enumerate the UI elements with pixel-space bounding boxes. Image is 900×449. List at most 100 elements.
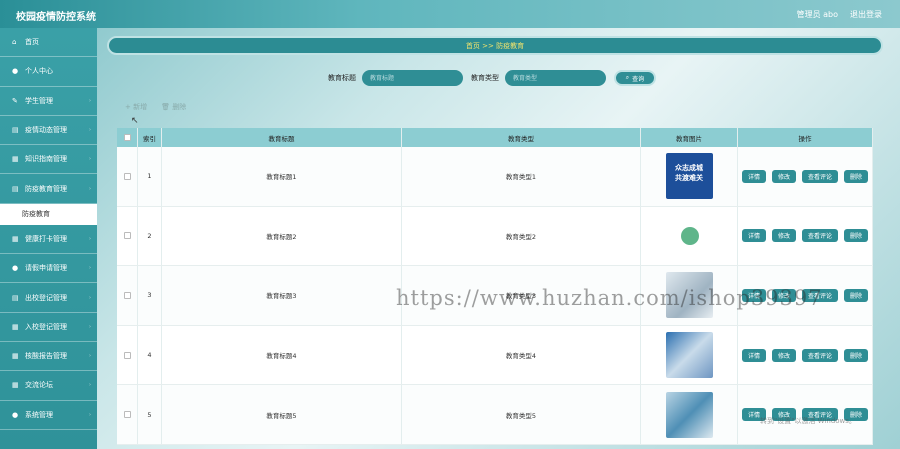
row-checkbox[interactable] (123, 291, 131, 299)
watermark: https://www.huzhan.com/ishop39397 (396, 286, 823, 310)
cell-type: 教育类型4 (402, 325, 641, 385)
menu-icon: ▤ (12, 293, 19, 302)
sidebar-item-label: 系统管理 (25, 410, 53, 419)
view-comments-button[interactable]: 查看评论 (802, 229, 839, 243)
sidebar: ⌂ 首页 ● 个人中心 ✎ 学生管理 › ▤ 疫情动态管理 › ▦ 知识指南管理 › ▤ 防疫教育管理 › 防疫… (0, 28, 97, 449)
add-label: 新增 (133, 103, 148, 111)
cell-index: 5 (138, 385, 162, 444)
table-header: 索引 教育标题 教育类型 教育图片 操作 (117, 128, 873, 147)
cell-type: 教育类型1 (402, 147, 641, 206)
education-image (665, 212, 713, 259)
delete-row-button[interactable]: 删除 (844, 169, 869, 183)
delete-row-button[interactable]: 删除 (844, 229, 869, 243)
menu-icon: ▦ (12, 352, 19, 361)
sidebar-item-9[interactable]: ▦ 入校登记管理 › (0, 313, 97, 342)
delete-row-button[interactable]: 删除 (844, 348, 869, 362)
windows-activation-text: 转到"设置"以激活 Windows。 (760, 417, 856, 425)
delete-row-button[interactable]: 删除 (844, 288, 869, 302)
sidebar-item-4[interactable]: ▦ 知识指南管理 › (0, 145, 97, 175)
cell-type: 教育类型5 (402, 385, 641, 444)
view-comments-button[interactable]: 查看评论 (802, 348, 839, 362)
sidebar-item-7[interactable]: ● 请假申请管理 › (0, 254, 97, 284)
menu-icon: ▤ (12, 184, 19, 193)
search-bar: 教育标题 教育类型 ⌕ 查询 (328, 70, 656, 86)
sidebar-item-label: 防疫教育管理 (25, 184, 67, 193)
menu-icon: ▦ (12, 155, 19, 164)
sidebar-item-label: 健康打卡管理 (25, 234, 67, 243)
sidebar-item-label: 知识指南管理 (25, 155, 67, 164)
view-comments-button[interactable]: 查看评论 (802, 169, 839, 183)
menu-icon: ● (12, 264, 19, 273)
cell-index: 3 (138, 266, 162, 325)
detail-button[interactable]: 详情 (741, 229, 766, 243)
edit-button[interactable]: 修改 (771, 169, 796, 183)
sidebar-item-11[interactable]: ▦ 交流论坛 › (0, 371, 97, 401)
sidebar-item-5[interactable]: ▤ 防疫教育管理 › (0, 174, 97, 204)
cell-title: 教育标题3 (162, 266, 402, 325)
menu-icon: ▦ (12, 322, 19, 331)
menu-icon: ⌂ (12, 38, 17, 47)
sidebar-item-12[interactable]: ● 系统管理 › (0, 401, 97, 430)
add-button[interactable]: + 新增 (125, 102, 147, 112)
app-title: 校园疫情防控系统 (16, 12, 96, 23)
chevron-icon: › (89, 265, 91, 272)
cell-title: 教育标题5 (162, 385, 402, 444)
title-search-label: 教育标题 (328, 74, 356, 82)
education-image (665, 391, 713, 438)
table-row: 1 教育标题1 教育类型1 众志成城 共渡难关 详情 修改 查看评论 删除 (117, 147, 873, 207)
search-icon: ⌕ (625, 74, 630, 81)
row-checkbox[interactable] (123, 351, 131, 359)
chevron-icon: › (89, 235, 91, 242)
header-image: 教育图片 (641, 128, 738, 147)
sidebar-item-2[interactable]: ✎ 学生管理 › (0, 87, 97, 116)
header-operations: 操作 (738, 128, 873, 147)
table-row: 2 教育标题2 教育类型2 详情 修改 查看评论 删除 (117, 206, 873, 267)
education-image (665, 332, 713, 379)
admin-label: 管理员 abo (796, 10, 838, 19)
sidebar-item-label: 交流论坛 (25, 381, 53, 390)
row-checkbox[interactable] (123, 411, 131, 419)
search-button-label: 查询 (632, 75, 645, 83)
sidebar-item-1[interactable]: ● 个人中心 (0, 57, 97, 87)
menu-icon: ▦ (12, 234, 19, 243)
chevron-icon: › (89, 294, 91, 301)
select-all-checkbox[interactable] (123, 134, 131, 141)
chevron-icon: › (89, 97, 91, 104)
sidebar-item-3[interactable]: ▤ 疫情动态管理 › (0, 116, 97, 146)
menu-icon: ✎ (12, 96, 18, 105)
delete-button[interactable]: 🗑 删除 (161, 102, 186, 112)
menu-icon: ● (12, 67, 19, 76)
cell-title: 教育标题4 (162, 325, 402, 385)
header-type: 教育类型 (402, 128, 641, 147)
chevron-icon: › (89, 156, 91, 163)
type-search-input[interactable] (505, 70, 606, 86)
sidebar-item-label: 请假申请管理 (25, 264, 67, 273)
cell-index: 1 (138, 147, 162, 206)
sidebar-item-8[interactable]: ▤ 出校登记管理 › (0, 283, 97, 313)
detail-button[interactable]: 详情 (741, 169, 766, 183)
edit-button[interactable]: 修改 (771, 229, 796, 243)
edit-button[interactable]: 修改 (771, 348, 796, 362)
cell-title: 教育标题1 (162, 147, 402, 206)
sidebar-item-label: 首页 (25, 38, 39, 47)
trash-icon: 🗑 (161, 103, 173, 111)
cell-index: 2 (138, 206, 162, 266)
title-search-input[interactable] (362, 70, 463, 86)
detail-button[interactable]: 详情 (741, 348, 766, 362)
row-checkbox[interactable] (123, 232, 131, 240)
sidebar-item-0[interactable]: ⌂ 首页 (0, 28, 97, 58)
sidebar-item-6[interactable]: ▦ 健康打卡管理 › (0, 225, 97, 255)
menu-icon: ▤ (12, 126, 19, 135)
logout-link[interactable]: 退出登录 (850, 9, 882, 20)
sidebar-item-label: 核酸报告管理 (25, 352, 67, 361)
education-image: 众志成城 共渡难关 (665, 153, 713, 200)
sidebar-item-label: 学生管理 (25, 96, 53, 105)
cell-title: 教育标题2 (162, 206, 402, 266)
sidebar-item-10[interactable]: ▦ 核酸报告管理 › (0, 342, 97, 372)
menu-icon: ● (12, 410, 19, 419)
delete-label: 删除 (172, 103, 187, 111)
chevron-icon: › (89, 411, 91, 418)
search-button[interactable]: ⌕ 查询 (614, 70, 656, 86)
sidebar-subitem-education[interactable]: 防疫教育 (0, 203, 97, 225)
row-checkbox[interactable] (123, 172, 131, 180)
